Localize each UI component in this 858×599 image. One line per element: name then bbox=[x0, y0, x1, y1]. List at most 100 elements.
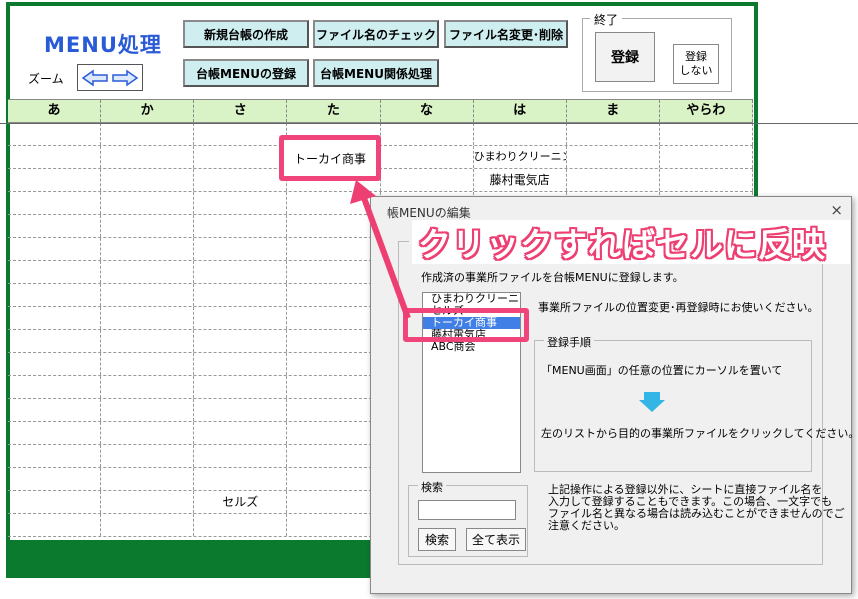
grid-cell[interactable] bbox=[8, 123, 102, 145]
grid-cell[interactable] bbox=[287, 284, 381, 306]
grid-cell[interactable] bbox=[8, 491, 102, 513]
list-item[interactable]: ひまわりクリーニング bbox=[423, 293, 520, 305]
check-filename-button[interactable]: ファイル名のチェック bbox=[313, 20, 439, 48]
grid-cell[interactable] bbox=[8, 468, 102, 490]
grid-cell[interactable] bbox=[8, 146, 102, 168]
ledger-menu-related-button[interactable]: 台帳MENU関係処理 bbox=[313, 59, 439, 87]
column-header: は bbox=[474, 100, 567, 122]
grid-cell[interactable] bbox=[287, 261, 381, 283]
grid-cell[interactable] bbox=[101, 376, 195, 398]
grid-cell[interactable] bbox=[194, 307, 288, 329]
highlighted-cell[interactable]: トーカイ商事 bbox=[279, 135, 381, 181]
grid-cell[interactable] bbox=[287, 307, 381, 329]
grid-cell[interactable] bbox=[381, 123, 474, 145]
grid-cell[interactable] bbox=[101, 146, 195, 168]
grid-cell[interactable] bbox=[287, 445, 381, 467]
close-icon[interactable]: × bbox=[830, 201, 843, 219]
grid-cell[interactable] bbox=[194, 330, 288, 352]
grid-cell[interactable] bbox=[194, 422, 288, 444]
grid-cell[interactable] bbox=[287, 399, 381, 421]
grid-cell[interactable] bbox=[660, 169, 753, 191]
grid-cell[interactable] bbox=[194, 215, 288, 237]
grid-cell[interactable] bbox=[8, 422, 102, 444]
grid-cell[interactable] bbox=[8, 307, 102, 329]
grid-cell[interactable] bbox=[101, 353, 195, 375]
list-item[interactable]: ABC商会 bbox=[423, 341, 520, 353]
grid-cell[interactable] bbox=[8, 238, 102, 260]
grid-cell[interactable] bbox=[567, 123, 660, 145]
grid-cell[interactable] bbox=[101, 284, 195, 306]
grid-cell[interactable] bbox=[287, 238, 381, 260]
grid-cell[interactable] bbox=[287, 192, 381, 214]
grid-cell[interactable] bbox=[194, 445, 288, 467]
end-group-label: 終了 bbox=[590, 11, 623, 28]
search-input[interactable] bbox=[418, 500, 516, 520]
register-button[interactable]: 登録 bbox=[595, 32, 655, 82]
grid-cell[interactable] bbox=[8, 330, 102, 352]
grid-cell[interactable] bbox=[8, 261, 102, 283]
grid-cell[interactable] bbox=[8, 215, 102, 237]
grid-cell[interactable]: 藤村電気店 bbox=[474, 169, 567, 191]
column-header: ま bbox=[567, 100, 660, 122]
grid-cell[interactable] bbox=[287, 491, 381, 513]
grid-cell[interactable] bbox=[381, 146, 474, 168]
grid-cell[interactable] bbox=[8, 284, 102, 306]
grid-cell[interactable] bbox=[287, 376, 381, 398]
zoom-toggle-button[interactable] bbox=[77, 64, 143, 91]
grid-cell[interactable] bbox=[287, 353, 381, 375]
grid-cell[interactable] bbox=[194, 169, 288, 191]
grid-cell[interactable] bbox=[8, 376, 102, 398]
grid-cell[interactable] bbox=[194, 284, 288, 306]
create-ledger-button[interactable]: 新規台帳の作成 bbox=[183, 20, 309, 48]
grid-cell[interactable] bbox=[101, 261, 195, 283]
grid-cell[interactable] bbox=[194, 399, 288, 421]
grid-cell[interactable] bbox=[287, 514, 381, 536]
grid-cell[interactable] bbox=[101, 215, 195, 237]
grid-cell[interactable] bbox=[101, 422, 195, 444]
grid-cell[interactable] bbox=[194, 238, 288, 260]
grid-cell[interactable] bbox=[101, 192, 195, 214]
grid-cell[interactable] bbox=[474, 123, 567, 145]
grid-cell[interactable] bbox=[101, 330, 195, 352]
footnote-line: 注意ください。 bbox=[548, 519, 625, 532]
grid-cell[interactable] bbox=[287, 215, 381, 237]
grid-cell[interactable] bbox=[287, 422, 381, 444]
grid-cell[interactable] bbox=[8, 514, 102, 536]
grid-cell[interactable] bbox=[101, 307, 195, 329]
grid-cell[interactable] bbox=[101, 514, 195, 536]
grid-cell[interactable]: セルズ bbox=[194, 491, 288, 513]
grid-cell[interactable] bbox=[660, 123, 753, 145]
grid-cell[interactable] bbox=[101, 238, 195, 260]
grid-cell[interactable] bbox=[101, 169, 195, 191]
grid-cell[interactable] bbox=[101, 491, 195, 513]
grid-cell[interactable] bbox=[101, 445, 195, 467]
grid-cell[interactable] bbox=[567, 169, 660, 191]
grid-cell[interactable] bbox=[8, 399, 102, 421]
rename-delete-button[interactable]: ファイル名変更･削除 bbox=[444, 20, 568, 48]
grid-cell[interactable] bbox=[8, 169, 102, 191]
grid-cell[interactable]: ひまわりクリーニング bbox=[474, 146, 567, 168]
grid-cell[interactable] bbox=[8, 192, 102, 214]
grid-cell[interactable] bbox=[8, 445, 102, 467]
show-all-button[interactable]: 全て表示 bbox=[466, 528, 526, 551]
grid-cell[interactable] bbox=[101, 468, 195, 490]
grid-cell[interactable] bbox=[287, 468, 381, 490]
grid-cell[interactable] bbox=[101, 123, 195, 145]
grid-cell[interactable] bbox=[567, 146, 660, 168]
grid-cell[interactable] bbox=[194, 192, 288, 214]
grid-cell[interactable] bbox=[194, 376, 288, 398]
search-button[interactable]: 検索 bbox=[418, 528, 456, 551]
grid-cell[interactable] bbox=[194, 261, 288, 283]
grid-cell[interactable] bbox=[194, 468, 288, 490]
grid-cell[interactable] bbox=[101, 399, 195, 421]
grid-cell[interactable] bbox=[194, 353, 288, 375]
grid-cell[interactable] bbox=[660, 146, 753, 168]
grid-cell[interactable] bbox=[287, 330, 381, 352]
grid-cell[interactable] bbox=[194, 146, 288, 168]
grid-cell[interactable] bbox=[194, 514, 288, 536]
grid-cell[interactable] bbox=[381, 169, 474, 191]
register-ledger-menu-button[interactable]: 台帳MENUの登録 bbox=[183, 59, 309, 87]
grid-cell[interactable] bbox=[8, 353, 102, 375]
no-register-button[interactable]: 登録 しない bbox=[673, 44, 719, 84]
grid-cell[interactable] bbox=[194, 123, 288, 145]
